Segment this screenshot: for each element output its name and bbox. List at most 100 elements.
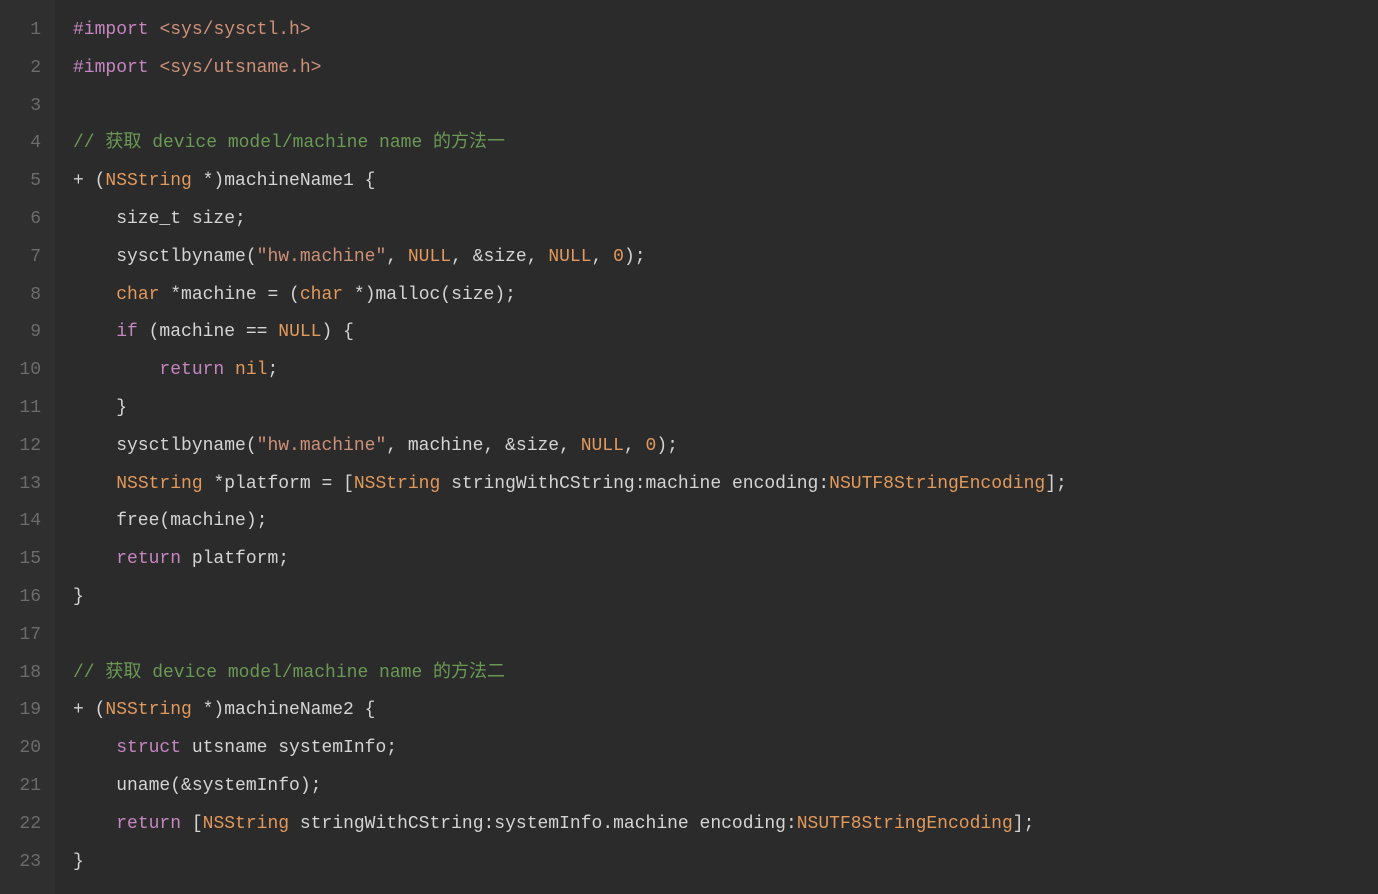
code-token: NULL <box>278 322 321 342</box>
code-line[interactable]: sysctlbyname("hw.machine", NULL, &size, … <box>73 239 1378 277</box>
line-number: 22 <box>0 806 41 844</box>
code-token: , <box>592 247 614 267</box>
code-token: ); <box>624 247 646 267</box>
line-number: 7 <box>0 239 41 277</box>
line-number: 23 <box>0 844 41 882</box>
code-token <box>224 360 235 380</box>
code-token: uname(&systemInfo); <box>73 776 321 796</box>
code-line[interactable]: return platform; <box>73 541 1378 579</box>
code-token: } <box>73 587 84 607</box>
code-token <box>149 20 160 40</box>
line-number: 1 <box>0 12 41 50</box>
code-token: NSUTF8StringEncoding <box>829 474 1045 494</box>
code-line[interactable] <box>73 617 1378 655</box>
code-token: ]; <box>1045 474 1067 494</box>
line-number: 12 <box>0 428 41 466</box>
code-line[interactable]: uname(&systemInfo); <box>73 768 1378 806</box>
code-token: sysctlbyname( <box>73 436 257 456</box>
line-number: 2 <box>0 50 41 88</box>
code-token: char <box>300 285 343 305</box>
code-token: free(machine); <box>73 511 267 531</box>
code-token: #import <box>73 20 149 40</box>
code-line[interactable]: NSString *platform = [NSString stringWit… <box>73 466 1378 504</box>
code-token <box>73 814 116 834</box>
code-token: return <box>116 814 181 834</box>
code-token: NSString <box>354 474 440 494</box>
code-token: NULL <box>581 436 624 456</box>
code-token: 0 <box>646 436 657 456</box>
code-token: stringWithCString:machine encoding: <box>440 474 829 494</box>
code-token: stringWithCString:systemInfo.machine enc… <box>289 814 797 834</box>
line-number: 6 <box>0 201 41 239</box>
line-number: 20 <box>0 730 41 768</box>
code-token: ); <box>656 436 678 456</box>
code-line[interactable]: sysctlbyname("hw.machine", machine, &siz… <box>73 428 1378 466</box>
code-token: , &size, <box>451 247 548 267</box>
code-token: *machine = ( <box>159 285 299 305</box>
code-token: , <box>386 247 408 267</box>
code-token: *)malloc(size); <box>343 285 516 305</box>
line-number: 19 <box>0 692 41 730</box>
code-token <box>73 474 116 494</box>
code-token: + ( <box>73 700 105 720</box>
code-token: // 获取 device model/machine name 的方法二 <box>73 663 505 683</box>
code-line[interactable]: } <box>73 579 1378 617</box>
code-token: NULL <box>548 247 591 267</box>
line-number: 15 <box>0 541 41 579</box>
code-token <box>73 360 159 380</box>
code-token: return <box>116 549 181 569</box>
code-token <box>73 285 116 305</box>
code-line[interactable]: char *machine = (char *)malloc(size); <box>73 277 1378 315</box>
code-token: // 获取 device model/machine name 的方法一 <box>73 133 505 153</box>
code-token: } <box>73 398 127 418</box>
code-line[interactable]: size_t size; <box>73 201 1378 239</box>
line-number: 17 <box>0 617 41 655</box>
code-area[interactable]: #import <sys/sysctl.h>#import <sys/utsna… <box>55 0 1378 894</box>
code-token: platform; <box>181 549 289 569</box>
code-line[interactable]: if (machine == NULL) { <box>73 314 1378 352</box>
code-token: NSString <box>116 474 202 494</box>
code-token: NSString <box>203 814 289 834</box>
code-token <box>73 549 116 569</box>
code-line[interactable]: + (NSString *)machineName2 { <box>73 692 1378 730</box>
code-line[interactable]: // 获取 device model/machine name 的方法一 <box>73 125 1378 163</box>
code-token: [ <box>181 814 203 834</box>
code-token <box>73 738 116 758</box>
code-line[interactable]: } <box>73 844 1378 882</box>
code-line[interactable]: free(machine); <box>73 503 1378 541</box>
code-token: struct <box>116 738 181 758</box>
code-token: *)machineName1 { <box>192 171 376 191</box>
code-token: (machine == <box>138 322 278 342</box>
line-number: 16 <box>0 579 41 617</box>
line-number: 3 <box>0 88 41 126</box>
code-token <box>149 58 160 78</box>
code-line[interactable]: } <box>73 390 1378 428</box>
code-token: NULL <box>408 247 451 267</box>
code-token: , <box>624 436 646 456</box>
line-number: 13 <box>0 466 41 504</box>
code-token: utsname systemInfo; <box>181 738 397 758</box>
code-line[interactable] <box>73 88 1378 126</box>
line-number: 10 <box>0 352 41 390</box>
code-line[interactable]: #import <sys/sysctl.h> <box>73 12 1378 50</box>
code-token: + ( <box>73 171 105 191</box>
code-token: char <box>116 285 159 305</box>
code-line[interactable]: // 获取 device model/machine name 的方法二 <box>73 655 1378 693</box>
code-token: <sys/sysctl.h> <box>159 20 310 40</box>
code-line[interactable]: #import <sys/utsname.h> <box>73 50 1378 88</box>
code-line[interactable]: return [NSString stringWithCString:syste… <box>73 806 1378 844</box>
code-line[interactable]: return nil; <box>73 352 1378 390</box>
code-token: ; <box>267 360 278 380</box>
code-token: } <box>73 852 84 872</box>
code-token: "hw.machine" <box>257 436 387 456</box>
code-token: "hw.machine" <box>257 247 387 267</box>
code-editor: 1234567891011121314151617181920212223 #i… <box>0 0 1378 894</box>
line-number: 11 <box>0 390 41 428</box>
code-token: nil <box>235 360 267 380</box>
line-number: 8 <box>0 277 41 315</box>
code-line[interactable]: struct utsname systemInfo; <box>73 730 1378 768</box>
code-line[interactable]: + (NSString *)machineName1 { <box>73 163 1378 201</box>
code-token: *)machineName2 { <box>192 700 376 720</box>
code-token: size_t size; <box>73 209 246 229</box>
code-token: NSString <box>105 171 191 191</box>
